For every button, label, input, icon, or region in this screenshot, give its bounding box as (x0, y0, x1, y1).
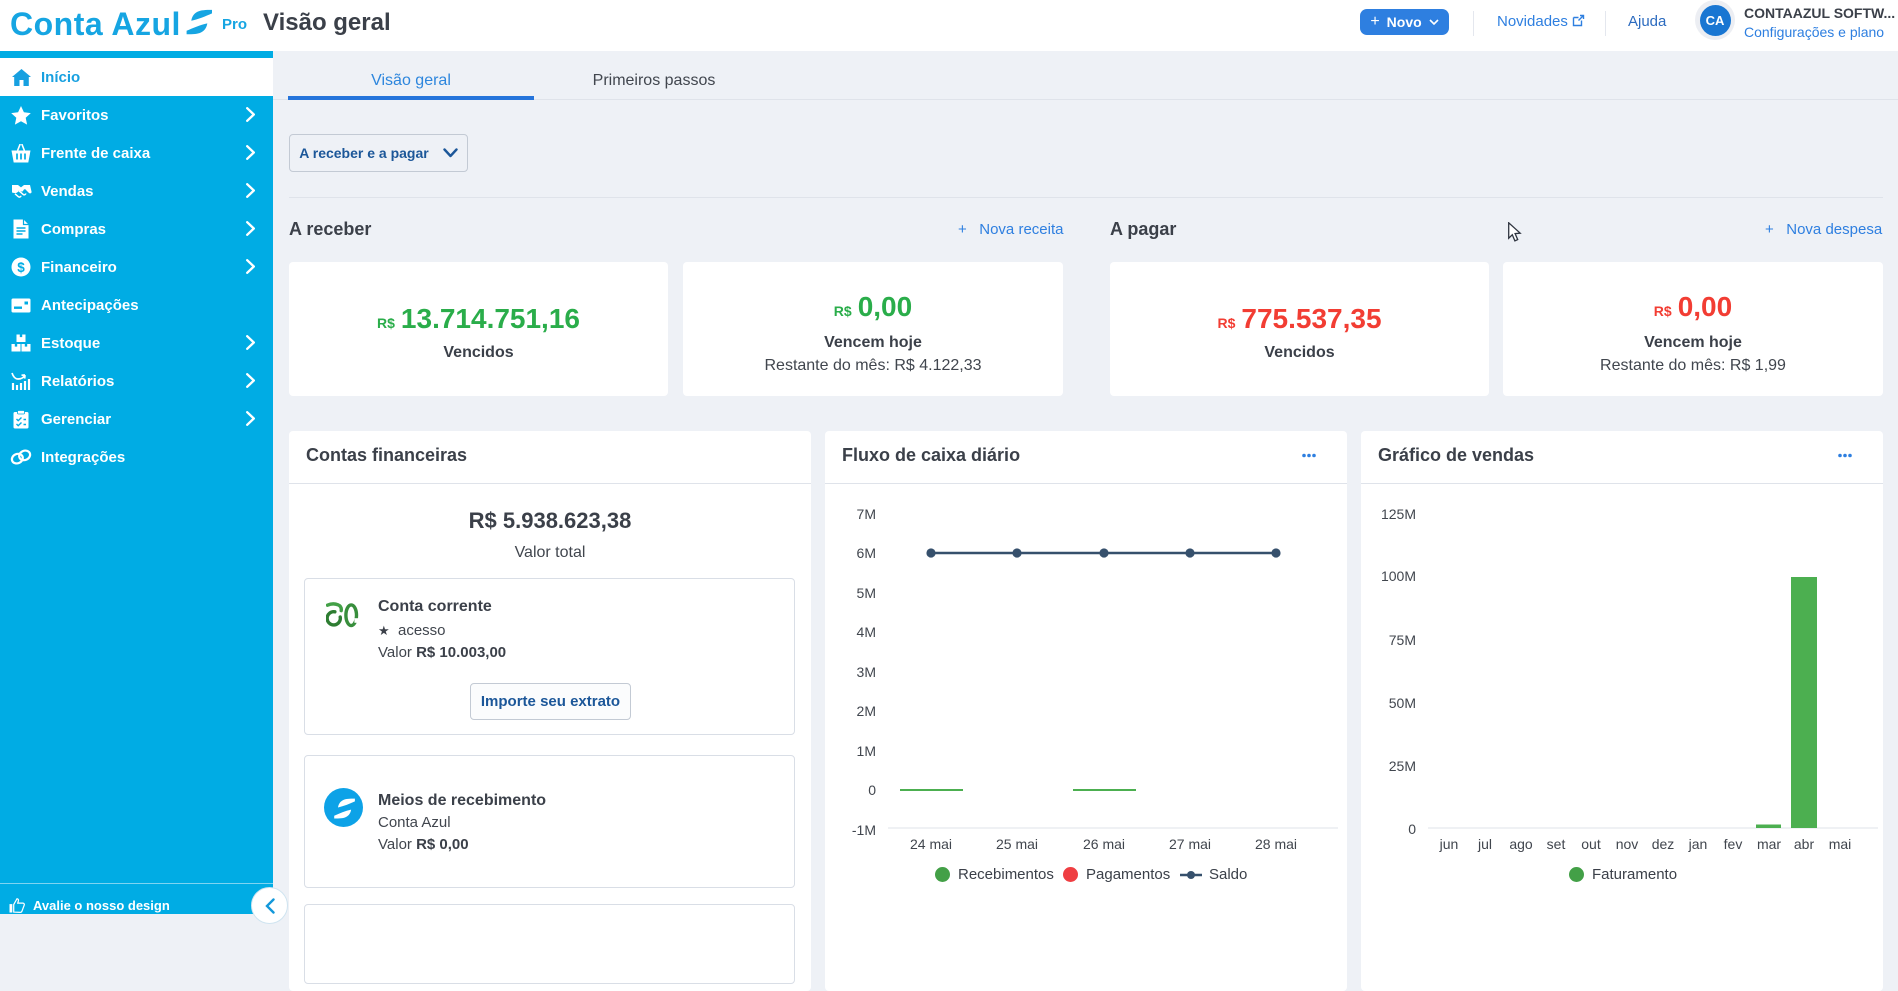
svg-text:$: $ (17, 260, 25, 275)
